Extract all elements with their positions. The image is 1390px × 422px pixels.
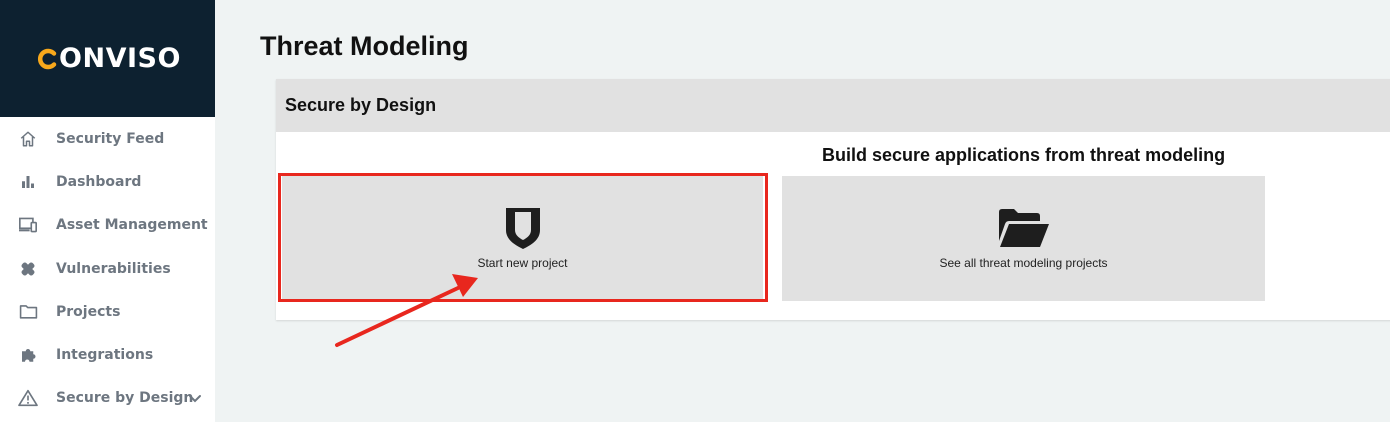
infinity-c-logo-icon	[38, 48, 57, 69]
bar-chart-icon	[18, 172, 38, 192]
see-all-projects-label: See all threat modeling projects	[939, 256, 1108, 270]
sidebar-item-vulnerabilities[interactable]: Vulnerabilities	[0, 247, 215, 290]
main-content: Threat Modeling Secure by Design Build s…	[215, 0, 1390, 422]
sidebar-item-label: Vulnerabilities	[56, 260, 171, 277]
folder-icon	[18, 302, 38, 322]
shield-icon	[504, 206, 542, 250]
logo-area[interactable]: ONVISO	[0, 0, 215, 117]
sidebar-nav: Security Feed Dashboard Asset Management…	[0, 117, 215, 420]
sidebar-item-label: Projects	[56, 303, 121, 320]
logo-text: ONVISO	[59, 43, 181, 74]
home-icon	[18, 129, 38, 149]
sidebar: ONVISO Security Feed Dashboard Asset Man…	[0, 0, 215, 422]
see-all-projects-card[interactable]: See all threat modeling projects	[782, 176, 1265, 301]
page-title: Threat Modeling	[260, 31, 469, 61]
panel-header: Secure by Design	[276, 79, 1390, 132]
start-new-project-card[interactable]: Start new project	[282, 176, 763, 301]
sidebar-item-projects[interactable]: Projects	[0, 290, 215, 333]
sidebar-item-integrations[interactable]: Integrations	[0, 333, 215, 376]
devices-icon	[18, 215, 38, 235]
bandage-icon	[18, 259, 38, 279]
conviso-logo[interactable]: ONVISO	[34, 43, 181, 74]
sidebar-item-label: Integrations	[56, 347, 154, 364]
puzzle-icon	[18, 345, 38, 365]
folder-open-icon	[997, 206, 1051, 250]
start-new-project-label: Start new project	[477, 256, 568, 270]
sidebar-item-label: Security Feed	[56, 130, 165, 147]
warning-icon	[18, 388, 38, 408]
sidebar-item-dashboard[interactable]: Dashboard	[0, 160, 215, 203]
sidebar-item-label: Asset Management	[56, 217, 208, 234]
chevron-down-icon[interactable]	[187, 390, 203, 406]
panel-subtitle: Build secure applications from threat mo…	[822, 145, 1226, 165]
sidebar-item-label: Secure by Design	[56, 390, 194, 407]
sidebar-item-label: Dashboard	[56, 173, 142, 190]
secure-by-design-panel: Secure by Design Build secure applicatio…	[276, 79, 1390, 320]
panel-title: Secure by Design	[285, 95, 437, 115]
sidebar-item-security-feed[interactable]: Security Feed	[0, 117, 215, 160]
sidebar-item-secure-by-design[interactable]: Secure by Design	[0, 377, 215, 420]
sidebar-item-asset-management[interactable]: Asset Management	[0, 204, 215, 247]
